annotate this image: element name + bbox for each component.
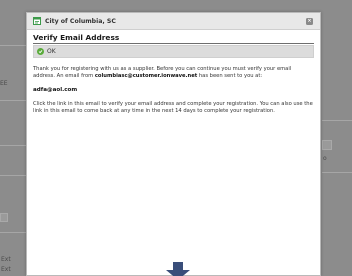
- bg-input: [0, 213, 8, 222]
- bg-divider: [0, 232, 26, 233]
- close-icon: ×: [307, 18, 312, 24]
- bg-label: Ext: [1, 256, 11, 263]
- ok-label: OK: [47, 48, 56, 55]
- bg-label: EE: [0, 80, 8, 87]
- instructions-text: Click the link in this email to verify y…: [33, 101, 313, 114]
- bg-divider: [0, 45, 26, 46]
- recipient-email: adfa@aol.com: [33, 87, 78, 94]
- bg-label: Ext: [1, 266, 11, 273]
- bg-checkbox: [322, 140, 332, 150]
- app-window-icon: [33, 17, 41, 25]
- checkmark-icon: [37, 48, 44, 55]
- message-after: has been sent to you at:: [197, 72, 263, 79]
- dialog-titlebar: City of Columbia, SC ×: [27, 13, 320, 30]
- ok-status-bar[interactable]: OK: [33, 45, 314, 58]
- page-title: Verify Email Address: [33, 33, 314, 44]
- bg-divider: [0, 100, 26, 101]
- bg-divider: [322, 120, 352, 121]
- verification-message: Thank you for registering with us as a s…: [33, 66, 314, 79]
- arrow-down-icon: [165, 262, 191, 276]
- bg-divider: [0, 145, 26, 146]
- dialog-content: Verify Email Address OK Thank you for re…: [27, 30, 320, 276]
- bg-divider: [322, 172, 352, 173]
- sender-email: columbiasc@customer.ionwave.net: [94, 72, 198, 79]
- close-button[interactable]: ×: [306, 18, 313, 25]
- verify-email-dialog: City of Columbia, SC × Verify Email Addr…: [26, 12, 321, 276]
- bg-divider: [0, 175, 26, 176]
- dialog-title: City of Columbia, SC: [45, 17, 116, 25]
- bg-label: o: [323, 155, 327, 162]
